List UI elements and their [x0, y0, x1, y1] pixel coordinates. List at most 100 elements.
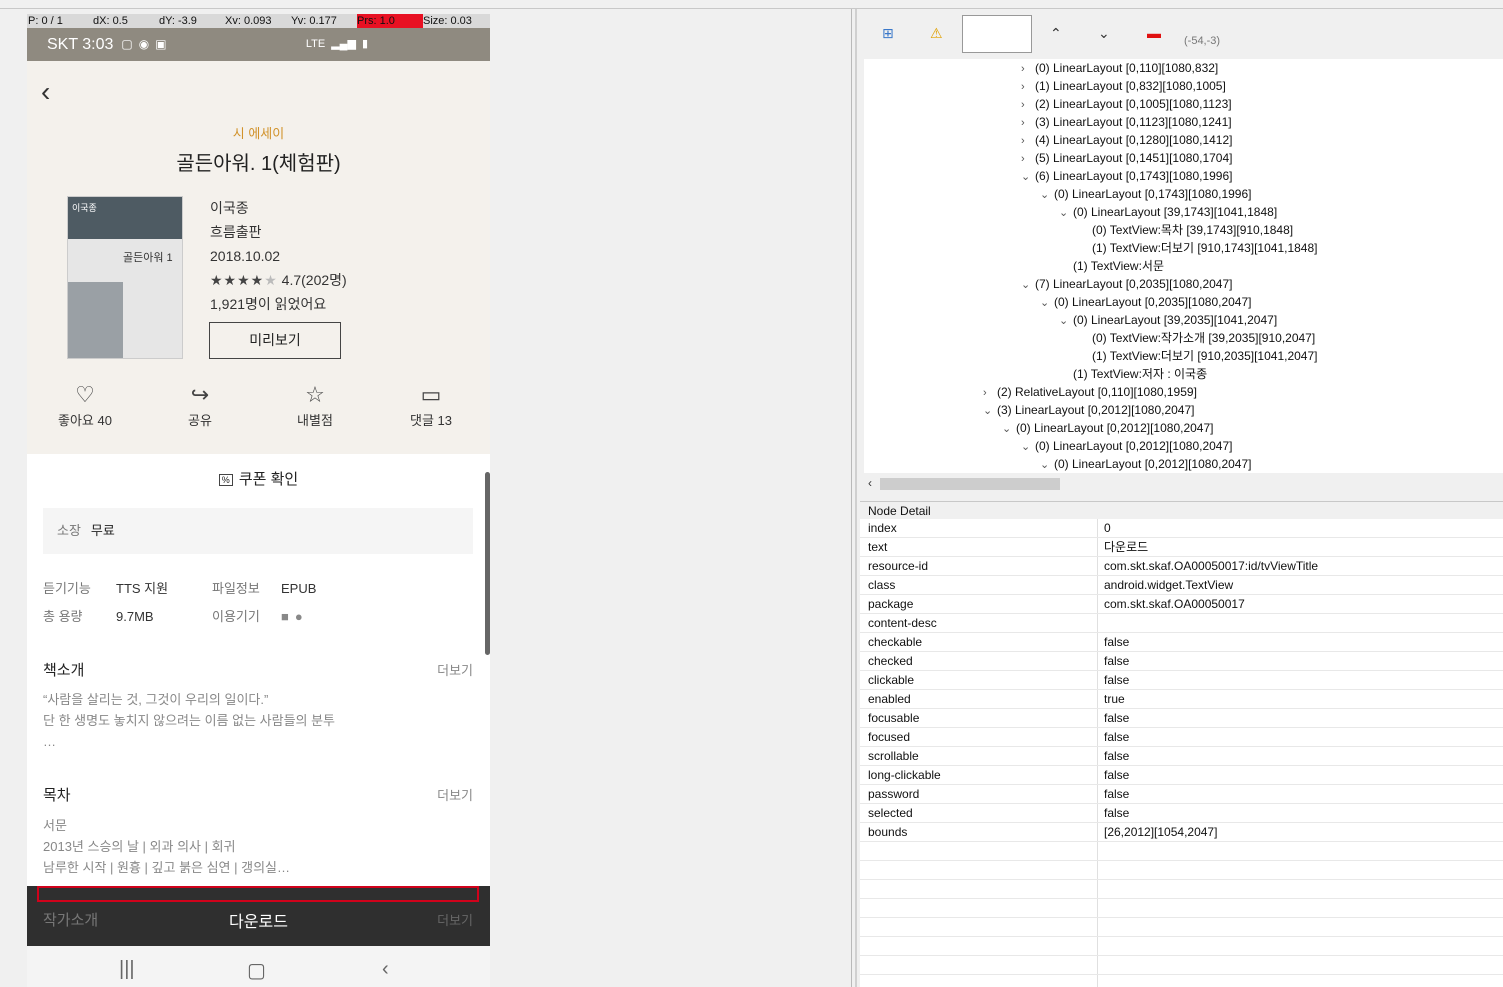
detail-key: scrollable — [868, 749, 919, 763]
expand-chevron-icon[interactable]: › — [1021, 96, 1035, 114]
tree-node[interactable]: (0) TextView:목차 [39,1743][910,1848] — [1078, 221, 1293, 239]
pane-splitter[interactable] — [855, 9, 857, 987]
detail-row-focusable[interactable]: focusable false — [860, 709, 1503, 728]
tree-node[interactable]: › (3) LinearLayout [0,1123][1080,1241] — [1021, 113, 1232, 131]
expand-chevron-icon[interactable]: › — [1021, 78, 1035, 96]
back-arrow-icon[interactable]: ‹ — [41, 76, 50, 108]
device-screenshot-pane[interactable]: P: 0 / 1 dX: 0.5 dY: -3.9 Xv: 0.093 Yv: … — [0, 9, 852, 987]
scrollbar-thumb[interactable] — [880, 478, 1060, 490]
node-detail-table[interactable]: index 0 text 다운로드 resource-id com.skt.skaf.OA… — [860, 519, 1503, 987]
detail-key: content-desc — [868, 616, 937, 630]
comment-button[interactable]: ▭ 댓글 13 — [386, 380, 476, 429]
search-input[interactable] — [962, 15, 1032, 53]
scroll-left-icon[interactable]: ‹ — [868, 476, 872, 490]
detail-row-long-clickable[interactable]: long-clickable false — [860, 766, 1503, 785]
detail-key: selected — [868, 806, 913, 820]
tree-node[interactable]: ⌄ (0) LinearLayout [0,2012][1080,2047] — [1021, 437, 1232, 455]
detail-empty-row — [860, 918, 1503, 937]
tree-node[interactable]: ⌄ (0) LinearLayout [39,1743][1041,1848] — [1059, 203, 1277, 221]
book-cover-image[interactable]: 이국종 골든아워 1 — [67, 196, 183, 359]
comment-label: 댓글 13 — [410, 413, 452, 428]
tree-node[interactable]: ⌄ (3) LinearLayout [0,2012][1080,2047] — [983, 401, 1194, 419]
expand-chevron-icon[interactable]: › — [1021, 132, 1035, 150]
detail-row-selected[interactable]: selected false — [860, 804, 1503, 823]
action-row: ♡ 좋아요 40 ↪ 공유 ☆ 내별점 ▭ 댓글 13 — [27, 380, 490, 440]
next-result-icon[interactable]: ⌄ — [1098, 25, 1110, 42]
tree-node[interactable]: ⌄ (0) LinearLayout [0,1743][1080,1996] — [1040, 185, 1251, 203]
expand-chevron-icon[interactable]: › — [1021, 114, 1035, 132]
hierarchy-tree[interactable]: › (0) LinearLayout [0,110][1080,832] › (1) … — [864, 59, 1503, 473]
expand-all-icon[interactable]: ⊞ — [882, 25, 894, 42]
tree-node[interactable]: ⌄ (0) LinearLayout [0,2012][1080,2047] — [1040, 455, 1251, 473]
content-scrollbar[interactable] — [485, 472, 490, 655]
detail-row-scrollable[interactable]: scrollable false — [860, 747, 1503, 766]
collapse-chevron-icon[interactable]: ⌄ — [1021, 276, 1035, 294]
browser-icon: ◉ — [138, 37, 150, 51]
tree-node-label: (4) LinearLayout [0,1280][1080,1412] — [1035, 133, 1233, 147]
coupon-check-button[interactable]: % 쿠폰 확인 — [27, 468, 490, 489]
collapse-chevron-icon[interactable]: ⌄ — [1040, 186, 1054, 204]
tree-horizontal-scrollbar[interactable]: ‹ — [864, 473, 1503, 495]
tree-node[interactable]: ⌄ (0) LinearLayout [0,2035][1080,2047] — [1040, 293, 1251, 311]
preview-button[interactable]: 미리보기 — [209, 322, 341, 359]
tree-node[interactable]: (1) TextView:서문 — [1059, 257, 1164, 275]
collapse-chevron-icon[interactable]: ⌄ — [1059, 204, 1073, 222]
tree-node[interactable]: (0) TextView:작가소개 [39,2035][910,2047] — [1078, 329, 1315, 347]
toc-more-link[interactable]: 더보기 — [437, 785, 473, 804]
detail-row-bounds[interactable]: bounds [26,2012][1054,2047] — [860, 823, 1503, 842]
collapse-chevron-icon[interactable]: ⌄ — [1002, 420, 1016, 438]
detail-row-package[interactable]: package com.skt.skaf.OA00050017 — [860, 595, 1503, 614]
tree-node[interactable]: (1) TextView:저자 : 이국종 — [1059, 365, 1207, 383]
detail-content[interactable]: % 쿠폰 확인 소장 무료 듣기기능 TTS 지원 파일정보 EPUB 총 용량 9.7M… — [27, 454, 490, 954]
tree-node[interactable]: ⌄ (6) LinearLayout [0,1743][1080,1996] — [1021, 167, 1232, 185]
coupon-label: 쿠폰 확인 — [238, 471, 299, 488]
previous-result-icon[interactable]: ⌃ — [1050, 25, 1062, 42]
detail-row-checked[interactable]: checked false — [860, 652, 1503, 671]
recents-icon[interactable]: ||| — [119, 958, 135, 981]
collapse-chevron-icon[interactable]: ⌄ — [1021, 168, 1035, 186]
detail-value: false — [1104, 768, 1130, 782]
detail-row-focused[interactable]: focused false — [860, 728, 1503, 747]
detail-value: false — [1104, 787, 1130, 801]
nav-back-icon[interactable]: ‹ — [382, 958, 389, 981]
collapse-chevron-icon[interactable]: ⌄ — [983, 402, 997, 420]
detail-row-text[interactable]: text 다운로드 — [860, 538, 1503, 557]
tree-node[interactable]: ⌄ (7) LinearLayout [0,2035][1080,2047] — [1021, 275, 1232, 293]
like-button[interactable]: ♡ 좋아요 40 — [40, 380, 130, 429]
tree-node[interactable]: › (4) LinearLayout [0,1280][1080,1412] — [1021, 131, 1232, 149]
detail-row-class[interactable]: class android.widget.TextView — [860, 576, 1503, 595]
intro-line: … — [43, 734, 56, 749]
detail-row-password[interactable]: password false — [860, 785, 1503, 804]
tree-node[interactable]: › (0) LinearLayout [0,110][1080,832] — [1021, 59, 1218, 77]
detail-row-resource-id[interactable]: resource-id com.skt.skaf.OA00050017:id/tv… — [860, 557, 1503, 576]
collapse-chevron-icon[interactable]: ⌄ — [1040, 456, 1054, 473]
collapse-chevron-icon[interactable]: ⌄ — [1040, 294, 1054, 312]
expand-chevron-icon[interactable]: › — [983, 384, 997, 402]
clear-highlight-icon[interactable]: ▬ — [1147, 25, 1161, 41]
detail-row-clickable[interactable]: clickable false — [860, 671, 1503, 690]
detail-row-checkable[interactable]: checkable false — [860, 633, 1503, 652]
warning-icon[interactable]: ⚠ — [930, 25, 943, 42]
collapse-chevron-icon[interactable]: ⌄ — [1059, 312, 1073, 330]
phone-screen[interactable]: SKT 3:03 ▢ ◉ ▣ LTE ▂▄▆ ▮ ‹ 시 에세이 골든아워. 1… — [27, 28, 490, 987]
tree-node[interactable]: (1) TextView:더보기 [910,1743][1041,1848] — [1078, 239, 1317, 257]
tree-node[interactable]: (1) TextView:더보기 [910,2035][1041,2047] — [1078, 347, 1317, 365]
expand-chevron-icon[interactable]: › — [1021, 150, 1035, 168]
home-icon[interactable]: ▢ — [247, 958, 266, 983]
intro-more-link[interactable]: 더보기 — [437, 660, 473, 679]
collapse-chevron-icon[interactable]: ⌄ — [1021, 438, 1035, 456]
tree-node[interactable]: › (5) LinearLayout [0,1451][1080,1704] — [1021, 149, 1232, 167]
download-button[interactable]: 다운로드 — [27, 908, 490, 932]
expand-chevron-icon[interactable]: › — [1021, 60, 1035, 78]
tree-node[interactable]: › (2) RelativeLayout [0,110][1080,1959] — [983, 383, 1197, 401]
tree-node[interactable]: › (2) LinearLayout [0,1005][1080,1123] — [1021, 95, 1232, 113]
detail-row-content-desc[interactable]: content-desc — [860, 614, 1503, 633]
share-button[interactable]: ↪ 공유 — [155, 380, 245, 429]
tree-node[interactable]: ⌄ (0) LinearLayout [39,2035][1041,2047] — [1059, 311, 1277, 329]
my-rating-button[interactable]: ☆ 내별점 — [270, 380, 360, 429]
detail-row-enabled[interactable]: enabled true — [860, 690, 1503, 709]
tree-node[interactable]: › (1) LinearLayout [0,832][1080,1005] — [1021, 77, 1226, 95]
toc-title: 목차 — [43, 787, 71, 804]
detail-row-index[interactable]: index 0 — [860, 519, 1503, 538]
tree-node[interactable]: ⌄ (0) LinearLayout [0,2012][1080,2047] — [1002, 419, 1213, 437]
